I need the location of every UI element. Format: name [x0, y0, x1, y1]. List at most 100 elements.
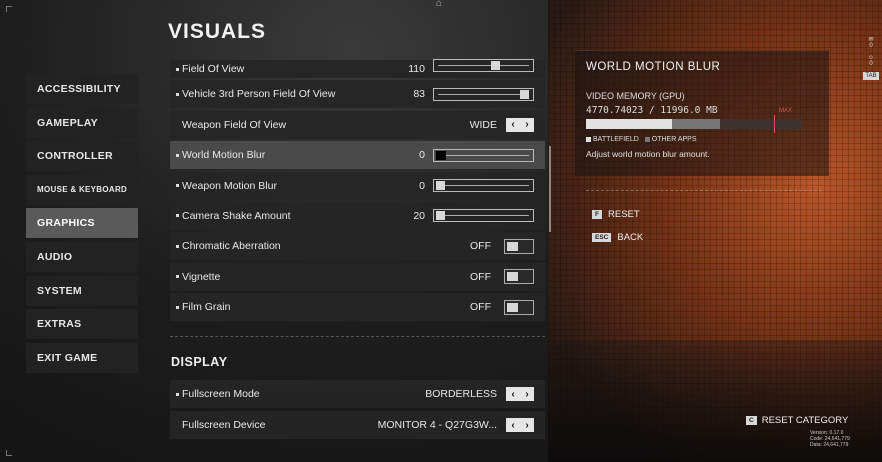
sidebar-item-system[interactable]: SYSTEM — [26, 275, 138, 306]
back-button[interactable]: ESC BACK — [592, 232, 643, 243]
chevron-right-icon[interactable]: › — [525, 420, 528, 431]
setting-row-weapon-fov[interactable]: Weapon Field Of View WIDE ‹ › — [170, 110, 545, 139]
sidebar-item-audio[interactable]: AUDIO — [26, 241, 138, 272]
slider-knob[interactable] — [520, 89, 529, 99]
video-memory-bar — [586, 119, 802, 129]
setting-row-field-of-view[interactable]: Field Of View 110 — [170, 59, 545, 78]
friends-count: 0 — [869, 61, 873, 67]
tab-key-icon[interactable]: TAB — [863, 72, 879, 80]
legend-battlefield: BATTLEFIELD — [586, 136, 639, 143]
setting-value: BORDERLESS — [425, 388, 497, 400]
vehicle-fov-slider[interactable] — [433, 87, 534, 101]
memory-bar-battlefield — [586, 119, 673, 129]
top-marker-icon: ⌂ — [436, 0, 443, 9]
slider-knob[interactable] — [491, 61, 501, 70]
slider-track — [438, 154, 529, 156]
key-f-icon: F — [592, 210, 602, 219]
chevron-right-icon[interactable]: › — [525, 389, 528, 400]
display-section-title: DISPLAY — [171, 355, 228, 369]
chevron-left-icon[interactable]: ‹ — [511, 420, 514, 431]
info-title: WORLD MOTION BLUR — [586, 61, 721, 73]
sidebar-item-mouse-keyboard[interactable]: MOUSE & KEYBOARD — [26, 174, 138, 205]
setting-row-chromatic-aberration[interactable]: Chromatic Aberration OFF — [170, 232, 545, 261]
data-line: Data: 24,641,779 — [810, 442, 849, 448]
slider-track — [438, 215, 529, 217]
display-settings-list: Fullscreen Mode BORDERLESS ‹ › Fullscree… — [170, 380, 545, 442]
legend-swatch — [644, 136, 650, 142]
slider-knob[interactable] — [436, 181, 445, 191]
frame-corner — [6, 6, 12, 12]
video-memory-label: VIDEO MEMORY (GPU) — [586, 91, 685, 101]
setting-info-panel: WORLD MOTION BLUR VIDEO MEMORY (GPU) 477… — [575, 50, 829, 176]
sidebar-item-exit-game[interactable]: EXIT GAME — [26, 342, 138, 373]
row-bullet — [176, 392, 179, 396]
memory-bar-other-apps — [672, 119, 720, 129]
world-motion-blur-slider[interactable] — [433, 148, 534, 162]
chevron-left-icon[interactable]: ‹ — [511, 119, 514, 130]
sidebar-item-extras[interactable]: EXTRAS — [26, 309, 138, 340]
sidebar-item-gameplay[interactable]: GAMEPLAY — [26, 107, 138, 138]
info-divider — [586, 190, 822, 191]
slider-track — [438, 185, 529, 187]
legend-label: BATTLEFIELD — [593, 136, 639, 143]
toggle-knob — [507, 302, 518, 312]
legend-other-apps: OTHER APPS — [644, 136, 697, 143]
row-bullet — [176, 67, 179, 71]
frame-corner — [6, 450, 12, 456]
setting-row-film-grain[interactable]: Film Grain OFF — [170, 293, 545, 322]
reset-category-label: RESET CATEGORY — [761, 415, 849, 426]
toggle-knob — [507, 241, 518, 251]
setting-row-fullscreen-mode[interactable]: Fullscreen Mode BORDERLESS ‹ › — [170, 380, 545, 408]
setting-row-vehicle-fov[interactable]: Vehicle 3rd Person Field Of View 83 — [170, 80, 545, 109]
side-icon-strip: ✉ 0 ☺ 0 TAB — [862, 36, 880, 85]
sidebar-item-controller[interactable]: CONTROLLER — [26, 141, 138, 172]
version-info: Version: 0.17.0 Code: 24,641,779 Data: 2… — [810, 430, 850, 448]
vignette-toggle[interactable] — [504, 269, 534, 285]
setting-value: 0 — [419, 179, 425, 192]
list-scrollbar[interactable] — [549, 146, 551, 232]
row-bullet — [176, 92, 179, 96]
reset-category-button[interactable]: C RESET CATEGORY — [746, 415, 848, 426]
setting-row-vignette[interactable]: Vignette OFF — [170, 262, 545, 291]
memory-legend: BATTLEFIELD OTHER APPS — [586, 136, 697, 143]
memory-max-label: MAX — [779, 108, 793, 114]
key-esc-icon: ESC — [592, 233, 612, 242]
setting-row-world-motion-blur[interactable]: World Motion Blur 0 — [170, 141, 545, 170]
chevron-left-icon[interactable]: ‹ — [511, 389, 514, 400]
weapon-motion-blur-slider[interactable] — [433, 179, 534, 193]
visuals-settings-list: Field Of View 110 Vehicle 3rd Person Fie… — [170, 59, 545, 324]
back-label: BACK — [617, 232, 644, 243]
row-bullet — [176, 214, 179, 218]
slider-knob[interactable] — [436, 211, 445, 221]
sidebar-item-graphics[interactable]: GRAPHICS — [26, 208, 138, 239]
chromatic-aberration-toggle[interactable] — [504, 238, 534, 254]
setting-row-weapon-motion-blur[interactable]: Weapon Motion Blur 0 — [170, 171, 545, 200]
setting-value: MONITOR 4 - Q27G3W... — [377, 419, 497, 431]
sidebar-item-accessibility[interactable]: ACCESSIBILITY — [26, 74, 138, 104]
slider-track — [438, 65, 529, 66]
setting-value: OFF — [470, 301, 491, 314]
weapon-fov-selector[interactable]: ‹ › — [506, 117, 534, 132]
setting-value: 20 — [413, 209, 425, 222]
setting-value: 110 — [408, 63, 425, 75]
fullscreen-mode-selector[interactable]: ‹ › — [506, 387, 534, 401]
mail-icon[interactable]: ✉ 0 — [862, 36, 880, 49]
setting-row-camera-shake[interactable]: Camera Shake Amount 20 — [170, 201, 545, 230]
setting-value: 83 — [413, 88, 425, 101]
fullscreen-device-selector[interactable]: ‹ › — [506, 418, 534, 432]
reset-button[interactable]: F RESET — [592, 209, 640, 220]
slider-track — [438, 93, 529, 95]
friends-icon[interactable]: ☺ 0 — [862, 55, 880, 67]
slider-knob[interactable] — [436, 150, 446, 160]
setting-value: 0 — [419, 149, 425, 162]
film-grain-toggle[interactable] — [504, 299, 534, 315]
row-bullet — [176, 244, 179, 248]
section-divider — [170, 336, 545, 337]
field-of-view-slider[interactable] — [433, 59, 534, 72]
setting-row-fullscreen-device[interactable]: Fullscreen Device MONITOR 4 - Q27G3W... … — [170, 411, 545, 439]
sidebar: ACCESSIBILITY GAMEPLAY CONTROLLER MOUSE … — [26, 74, 138, 376]
row-bullet — [176, 305, 179, 309]
camera-shake-slider[interactable] — [433, 209, 534, 223]
chevron-right-icon[interactable]: › — [525, 119, 528, 130]
legend-label: OTHER APPS — [651, 136, 697, 143]
